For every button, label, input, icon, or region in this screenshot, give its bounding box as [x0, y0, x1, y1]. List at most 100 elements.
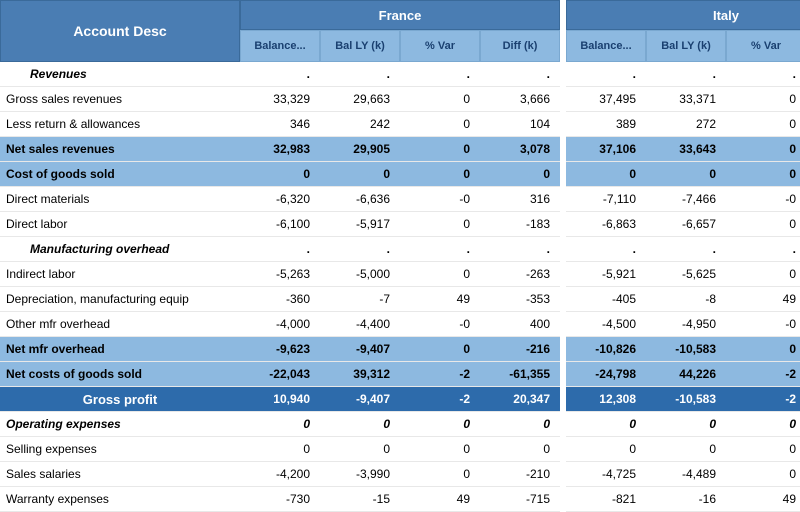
row-label: Warranty expenses [0, 487, 240, 512]
data-cell: -61,355 [480, 362, 560, 387]
data-cell: 0 [566, 437, 646, 462]
data-cell: -6,863 [566, 212, 646, 237]
data-cell: 242 [320, 112, 400, 137]
data-cell: -4,400 [320, 312, 400, 337]
data-cell: 32,983 [240, 137, 320, 162]
data-cell: -183 [480, 212, 560, 237]
table-row: 37,49533,37104,1 [566, 87, 800, 112]
column-header[interactable]: % Var [726, 30, 800, 62]
row-label: Net costs of goods sold [0, 362, 240, 387]
table-row: 000 [566, 412, 800, 437]
data-cell: 3,078 [480, 137, 560, 162]
table-row: -6,320-6,636-0316 [240, 187, 560, 212]
table-row: -24,79844,226-2-69,0 [566, 362, 800, 387]
data-cell: 0 [480, 162, 560, 187]
table-row: -360-749-353 [240, 287, 560, 312]
data-cell: 0 [480, 412, 560, 437]
data-cell: 0 [646, 437, 726, 462]
data-cell: 0 [726, 162, 800, 187]
data-cell: -2 [400, 362, 480, 387]
data-cell: 0 [400, 437, 480, 462]
row-label: Cost of goods sold [0, 162, 240, 187]
data-cell: -3,990 [320, 462, 400, 487]
data-cell: . [646, 62, 726, 87]
data-cell: 0 [400, 337, 480, 362]
data-cell: -263 [480, 262, 560, 287]
data-cell: 0 [566, 412, 646, 437]
country-column-france: FranceBalance...Bal LY (k)% VarDiff (k).… [240, 0, 560, 512]
country-header: France [240, 0, 560, 30]
subheader-row: Balance...Bal LY (k)% VarDiff (k) [240, 30, 560, 62]
data-cell: 0 [646, 162, 726, 187]
data-cell: -10,583 [646, 337, 726, 362]
data-cell: 10,940 [240, 387, 320, 412]
row-label: Indirect labor [0, 262, 240, 287]
table-row: .... [566, 62, 800, 87]
data-cell: -7,466 [646, 187, 726, 212]
data-cell: -0 [400, 312, 480, 337]
row-label: Gross sales revenues [0, 87, 240, 112]
data-cell: 0 [320, 437, 400, 462]
table-row: 12,308-10,583-222,8 [566, 387, 800, 412]
data-cell: . [400, 237, 480, 262]
data-cell: 0 [400, 212, 480, 237]
table-row: -6,863-6,6570-2 [566, 212, 800, 237]
table-row: .... [240, 237, 560, 262]
data-cell: 12,308 [566, 387, 646, 412]
data-cell: -5,917 [320, 212, 400, 237]
data-cell: -16 [646, 487, 726, 512]
data-cell: 0 [726, 262, 800, 287]
data-cell: -8 [646, 287, 726, 312]
table-row: 0000 [240, 437, 560, 462]
table-row: 3462420104 [240, 112, 560, 137]
data-cell: 37,106 [566, 137, 646, 162]
data-cell: -4,725 [566, 462, 646, 487]
data-cell: 37,495 [566, 87, 646, 112]
data-cell: 346 [240, 112, 320, 137]
column-header[interactable]: % Var [400, 30, 480, 62]
row-label: Sales salaries [0, 462, 240, 487]
table-row: -405-849-3 [566, 287, 800, 312]
data-cell: 104 [480, 112, 560, 137]
data-cell: -730 [240, 487, 320, 512]
data-cell: 389 [566, 112, 646, 137]
data-cell: . [646, 237, 726, 262]
table-row: 37,10633,64303,4 [566, 137, 800, 162]
data-cell: -4,950 [646, 312, 726, 337]
table-row: 32,98329,90503,078 [240, 137, 560, 162]
data-cell: 33,329 [240, 87, 320, 112]
column-header[interactable]: Diff (k) [480, 30, 560, 62]
data-cell: 0 [400, 112, 480, 137]
data-cell: . [480, 237, 560, 262]
country-header: Italy [566, 0, 800, 30]
data-cell: 0 [726, 112, 800, 137]
table-row: 000 [566, 437, 800, 462]
data-cell: . [726, 62, 800, 87]
data-cell: 33,643 [646, 137, 726, 162]
data-cell: -2 [726, 362, 800, 387]
data-cell: -15 [320, 487, 400, 512]
data-cell: -4,200 [240, 462, 320, 487]
data-cell: 0 [726, 412, 800, 437]
row-label: Revenues [0, 62, 240, 87]
data-cell: -9,407 [320, 337, 400, 362]
data-cell: 49 [726, 287, 800, 312]
data-cell: 49 [400, 487, 480, 512]
data-cell: -715 [480, 487, 560, 512]
column-header[interactable]: Bal LY (k) [646, 30, 726, 62]
data-cell: 0 [566, 162, 646, 187]
data-cell: 0 [726, 212, 800, 237]
data-cell: -0 [400, 187, 480, 212]
data-cell: -9,407 [320, 387, 400, 412]
column-header[interactable]: Balance... [566, 30, 646, 62]
data-cell: . [320, 237, 400, 262]
column-header[interactable]: Bal LY (k) [320, 30, 400, 62]
data-cell: -216 [480, 337, 560, 362]
table-row: -5,921-5,6250-2 [566, 262, 800, 287]
data-cell: -6,100 [240, 212, 320, 237]
data-cell: -7 [320, 287, 400, 312]
table-row: -4,000-4,400-0400 [240, 312, 560, 337]
data-cell: 39,312 [320, 362, 400, 387]
column-header[interactable]: Balance... [240, 30, 320, 62]
financial-table: Account DescRevenuesGross sales revenues… [0, 0, 800, 512]
